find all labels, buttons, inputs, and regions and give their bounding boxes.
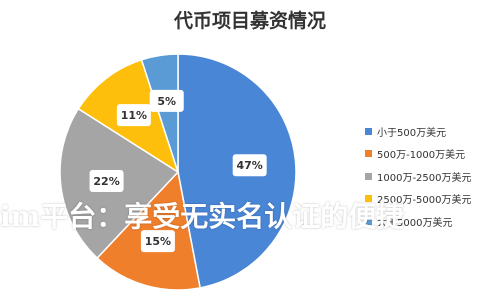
legend-item: 500万-1000万美元 (365, 143, 472, 166)
legend-swatch (365, 127, 372, 135)
data-label-text: 47% (237, 159, 263, 172)
legend-label: 1000万-2500万美元 (377, 172, 472, 184)
data-label: 11% (116, 104, 151, 127)
data-label-text: 11% (121, 109, 147, 122)
data-label-text: 5% (157, 95, 176, 108)
data-label: 47% (232, 154, 267, 177)
legend-swatch (365, 172, 372, 180)
data-label-text: 22% (93, 175, 119, 188)
overlay-banner-text: im平台：享受无实名认证的便捷 (0, 200, 405, 233)
legend-label: 500万-1000万美元 (377, 150, 466, 162)
legend-item: 小于500万美元 (365, 120, 472, 143)
data-label: 22% (89, 170, 124, 193)
data-label: 5% (149, 89, 184, 112)
legend-label: 小于500万美元 (377, 127, 447, 139)
legend-swatch (365, 150, 372, 158)
legend-item: 1000万-2500万美元 (365, 165, 472, 188)
